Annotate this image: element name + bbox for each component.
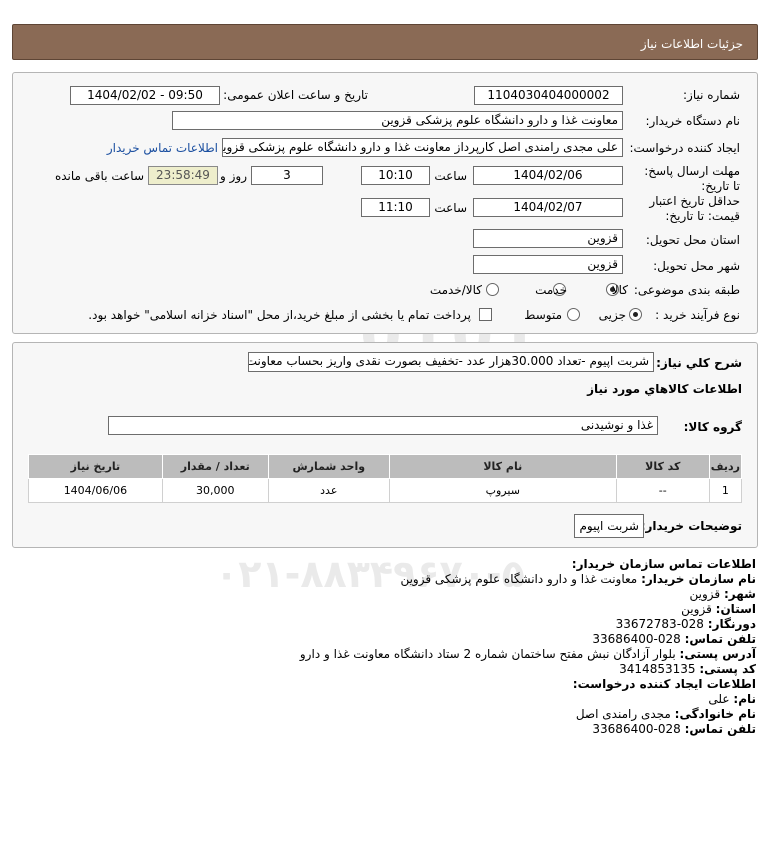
remaining-time-field: 23:58:49 — [148, 166, 218, 185]
contact-city: شهر: قزوین — [689, 587, 756, 601]
contact-fax: دورنگار: 028-33672783 — [615, 617, 756, 631]
table-row: 1 -- سیروپ عدد 30,000 1404/06/06 — [28, 478, 743, 503]
delivery-province-field: قزوین — [473, 229, 623, 248]
goods-table-header: ردیف کد کالا نام کالا واحد شمارش تعداد /… — [28, 454, 743, 479]
general-desc-field: شربت اپیوم -تعداد 30.000هزار عدد -تخفیف … — [248, 352, 654, 372]
reply-deadline-label: مهلت ارسال پاسخ: تا تاریخ: — [644, 164, 740, 193]
category-option-goods-service: کالا/خدمت — [429, 283, 482, 297]
delivery-city-field: قزوین — [473, 255, 623, 274]
buyer-org-field: معاونت غذا و دارو دانشگاه علوم پزشکی قزو… — [172, 111, 623, 130]
page-title: جزئیات اطلاعات نیاز — [640, 37, 743, 51]
goods-table: ردیف کد کالا نام کالا واحد شمارش تعداد /… — [28, 454, 743, 503]
category-option-goods: کالا — [611, 283, 628, 297]
remaining-time-label: ساعت باقی مانده — [54, 169, 144, 183]
col-unit: واحد شمارش — [267, 454, 390, 479]
buyer-notes-label: توضیحات خریدار: — [640, 519, 742, 533]
treasury-docs-checkbox[interactable] — [479, 308, 492, 321]
price-validity-date-field: 1404/02/07 — [473, 198, 623, 217]
requester-label: ایجاد کننده درخواست: — [629, 141, 740, 155]
delivery-province-label: استان محل تحویل: — [645, 233, 740, 247]
category-label: طبقه بندی موضوعی: — [633, 283, 740, 297]
price-validity-time-label: ساعت — [434, 201, 467, 215]
col-name: نام کالا — [388, 454, 617, 479]
purchase-option-medium: متوسط — [524, 308, 562, 322]
purchase-type-label: نوع فرآیند خرید : — [655, 308, 740, 322]
contact-org: نام سازمان خریدار: معاونت غذا و دارو دان… — [400, 572, 756, 586]
buyer-notes-field: شربت اپیوم — [574, 514, 644, 538]
need-number-label: شماره نیاز: — [683, 88, 740, 102]
reply-deadline-time-label: ساعت — [434, 169, 467, 183]
buyer-contact-link[interactable]: اطلاعات تماس خریدار — [107, 141, 218, 155]
page-header: جزئیات اطلاعات نیاز — [12, 24, 758, 60]
creator-phone: تلفن تماس: 028-33686400 — [592, 722, 756, 736]
contact-title: اطلاعات تماس سازمان خریدار: — [571, 557, 756, 571]
creator-family: نام خانوادگی: مجدی رامندی اصل — [575, 707, 756, 721]
price-validity-label: حداقل تاریخ اعتبار قیمت: تا تاریخ: — [649, 194, 740, 223]
purchase-radio-minor[interactable] — [629, 308, 642, 321]
announce-datetime-label: تاریخ و ساعت اعلان عمومی: — [223, 88, 368, 102]
price-validity-time-field: 11:10 — [361, 198, 430, 217]
contact-province: استان: قزوین — [681, 602, 756, 616]
creator-title: اطلاعات ایجاد کننده درخواست: — [572, 677, 756, 691]
announce-datetime-field: 1404/02/02 - 09:50 — [70, 86, 220, 105]
goods-info-panel — [12, 342, 758, 548]
creator-name: نام: علی — [708, 692, 756, 706]
cell-unit: عدد — [267, 478, 390, 503]
delivery-city-label: شهر محل تحویل: — [653, 259, 740, 273]
purchase-option-minor: جزیی — [598, 308, 626, 322]
reply-deadline-days-field: 3 — [251, 166, 323, 185]
cell-date: 1404/06/06 — [28, 478, 163, 503]
buyer-org-label: نام دستگاه خریدار: — [645, 114, 741, 128]
goods-group-label: گروه کالا: — [683, 420, 742, 434]
reply-deadline-date-field: 1404/02/06 — [473, 166, 623, 185]
need-number-field: 1104030404000002 — [474, 86, 623, 105]
col-date: تاریخ نیاز — [28, 454, 163, 479]
requester-field: علی مجدی رامندی اصل کارپرداز معاونت غذا … — [222, 138, 623, 157]
contact-address: آدرس پستی: بلوار آزادگان نبش مفتح ساختما… — [299, 647, 756, 661]
goods-info-title: اطلاعات کالاهاي مورد نياز — [587, 382, 742, 396]
cell-qty: 30,000 — [161, 478, 269, 503]
contact-phone: تلفن تماس: 028-33686400 — [592, 632, 756, 646]
treasury-docs-label: پرداخت تمام یا بخشی از مبلغ خرید،از محل … — [88, 308, 471, 322]
col-code: کد کالا — [615, 454, 710, 479]
cell-code: -- — [615, 478, 710, 503]
general-desc-label: شرح کلي نياز: — [656, 356, 742, 370]
col-row: ردیف — [708, 454, 743, 479]
contact-info: اطلاعات تماس سازمان خریدار: نام سازمان خ… — [16, 557, 756, 737]
category-option-service: خدمت — [535, 283, 567, 297]
reply-deadline-days-label: روز و — [220, 169, 247, 183]
col-qty: تعداد / مقدار — [161, 454, 269, 479]
goods-group-field: غذا و نوشیدنی — [108, 416, 658, 435]
cell-row: 1 — [708, 478, 743, 503]
contact-postal: کد پستی: 3414853135 — [619, 662, 756, 676]
reply-deadline-time-field: 10:10 — [361, 166, 430, 185]
category-radio-goods-service[interactable] — [486, 283, 499, 296]
purchase-radio-medium[interactable] — [567, 308, 580, 321]
cell-name: سیروپ — [388, 478, 617, 503]
